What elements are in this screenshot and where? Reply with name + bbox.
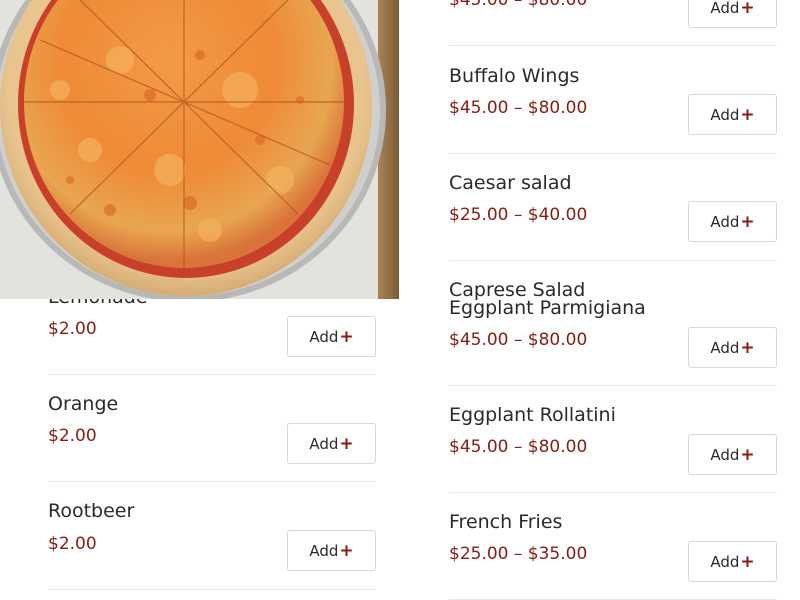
add-to-cart-button[interactable]: Add + bbox=[688, 541, 777, 582]
add-to-cart-button[interactable]: Add + bbox=[287, 423, 376, 464]
menu-item: Eggplant Rollatini $45.00 – $80.00 Add + bbox=[449, 386, 777, 493]
plus-icon: + bbox=[740, 0, 755, 18]
add-to-cart-button[interactable]: Add + bbox=[688, 327, 777, 368]
menu-item-name: Eggplant Rollatini bbox=[449, 404, 616, 426]
menu-item-name: Orange bbox=[48, 393, 119, 415]
add-button-label: Add bbox=[710, 212, 740, 231]
add-to-cart-button[interactable]: Add + bbox=[688, 201, 777, 242]
menu-item-price: $25.00 – $40.00 bbox=[449, 205, 588, 225]
menu-item-price: $2.00 bbox=[48, 319, 97, 339]
menu-item-price: $45.00 – $80.00 bbox=[449, 330, 588, 350]
menu-item: Caprese Salad Eggplant Parmigiana $45.00… bbox=[449, 261, 777, 386]
add-button-label: Add bbox=[710, 338, 740, 357]
plus-icon: + bbox=[740, 338, 755, 358]
menu-item-price: $25.00 – $35.00 bbox=[449, 544, 588, 564]
add-button-label: Add bbox=[710, 0, 740, 17]
plus-icon: + bbox=[740, 445, 755, 465]
menu-item: $45.00 – $80.00 Add + bbox=[449, 0, 777, 46]
add-to-cart-button[interactable]: Add + bbox=[688, 0, 777, 28]
menu-item-name: Caesar salad bbox=[449, 172, 572, 194]
plus-icon: + bbox=[740, 212, 755, 232]
plus-icon: + bbox=[339, 541, 354, 561]
add-button-label: Add bbox=[710, 445, 740, 464]
add-to-cart-button[interactable]: Add + bbox=[688, 94, 777, 135]
plus-icon: + bbox=[339, 434, 354, 454]
add-button-label: Add bbox=[710, 105, 740, 124]
menu-item-price: $45.00 – $80.00 bbox=[449, 98, 588, 118]
add-button-label: Add bbox=[309, 541, 339, 560]
menu-item: French Fries $25.00 – $35.00 Add + bbox=[449, 493, 777, 600]
menu-item-price: $2.00 bbox=[48, 534, 97, 554]
menu-item: Caesar salad $25.00 – $40.00 Add + bbox=[449, 154, 777, 261]
pizza-image bbox=[0, 0, 399, 299]
menu-item-name: Rootbeer bbox=[48, 500, 135, 522]
menu-item-price: $45.00 – $80.00 bbox=[449, 0, 588, 10]
menu-item: Orange $2.00 Add + bbox=[48, 375, 376, 482]
plus-icon: + bbox=[740, 105, 755, 125]
pizza-photo bbox=[0, 0, 399, 299]
menu-item: Buffalo Wings $45.00 – $80.00 Add + bbox=[449, 46, 777, 154]
menu-item: Rootbeer $2.00 Add + bbox=[48, 482, 376, 590]
menu-item-price: $2.00 bbox=[48, 426, 97, 446]
menu-item-price: $45.00 – $80.00 bbox=[449, 437, 588, 457]
menu-page: Lemonade $2.00 Add+ Orange $2.00 Add+ Ro… bbox=[0, 0, 800, 600]
plus-icon: + bbox=[339, 327, 354, 347]
add-to-cart-button[interactable]: Add + bbox=[287, 530, 376, 571]
add-button-label: Add bbox=[710, 552, 740, 571]
menu-item-name: Eggplant Parmigiana bbox=[449, 297, 646, 319]
plus-icon: + bbox=[740, 552, 755, 572]
add-button-label: Add bbox=[309, 434, 339, 453]
menu-item-name: Buffalo Wings bbox=[449, 65, 580, 87]
menu-item-name: French Fries bbox=[449, 511, 563, 533]
add-button-label: Add bbox=[309, 327, 339, 346]
add-to-cart-button[interactable]: Add + bbox=[688, 434, 777, 475]
add-to-cart-button[interactable]: Add + bbox=[287, 316, 376, 357]
